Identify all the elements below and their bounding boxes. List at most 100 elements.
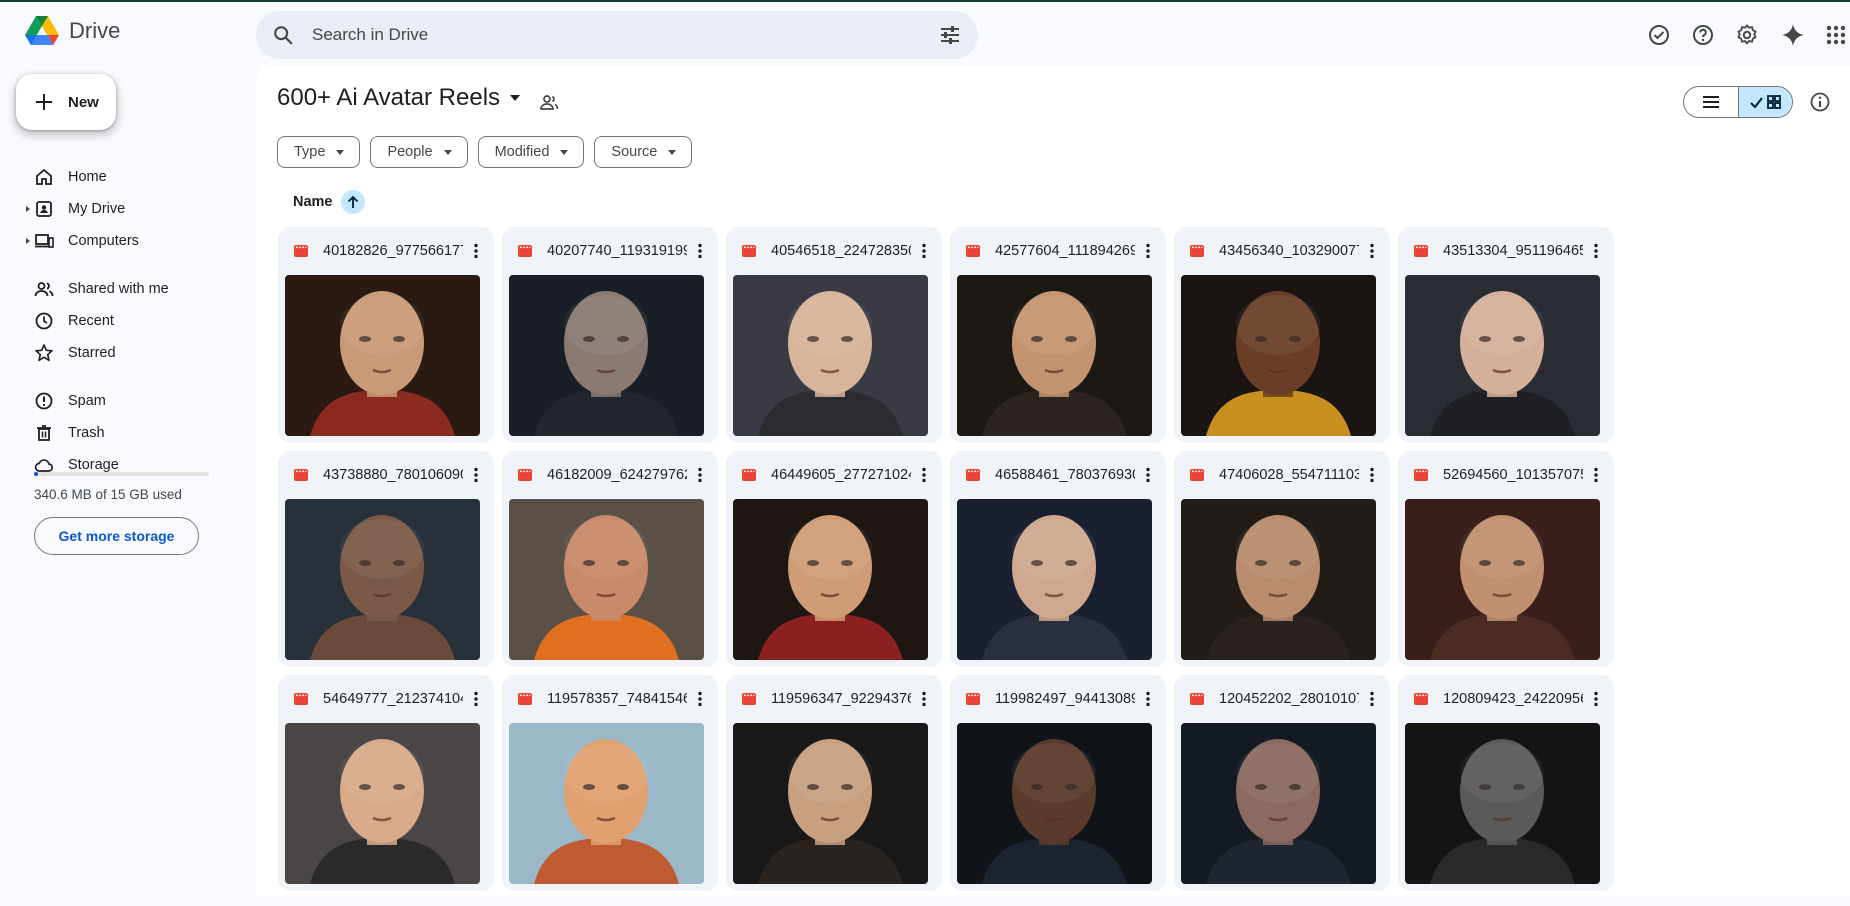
more-options-icon[interactable] [1586, 241, 1606, 261]
expand-caret-icon[interactable] [24, 205, 32, 213]
file-card[interactable]: 119596347_9229437622... [726, 675, 942, 891]
trash-icon [37, 425, 51, 441]
file-card[interactable]: 119982497_944130893... [950, 675, 1166, 891]
settings-icon[interactable] [1735, 23, 1759, 47]
file-card[interactable]: 43513304_9511964659... [1398, 227, 1614, 443]
file-card-header: 43738880_780106090... [278, 451, 494, 499]
more-options-icon[interactable] [690, 465, 710, 485]
gemini-icon[interactable] [1781, 23, 1805, 47]
expand-caret-icon[interactable] [24, 237, 32, 245]
sidebar-item-recent[interactable]: Recent [0, 305, 240, 337]
file-card[interactable]: 42577604_1118942692... [950, 227, 1166, 443]
more-options-icon[interactable] [690, 689, 710, 709]
file-card[interactable]: 46182009_6242797629... [502, 451, 718, 667]
more-options-icon[interactable] [914, 465, 934, 485]
video-thumbnail [1405, 499, 1600, 660]
video-thumbnail [1181, 275, 1376, 436]
file-name: 40546518_2247283503... [771, 243, 911, 259]
filter-modified[interactable]: Modified [477, 136, 585, 168]
new-button[interactable]: New [16, 74, 116, 130]
file-card[interactable]: 54649777_2123741049... [278, 675, 494, 891]
sidebar-item-trash[interactable]: Trash [0, 417, 240, 449]
file-card[interactable]: 120809423_242209561... [1398, 675, 1614, 891]
portrait-thumbnail [733, 723, 928, 884]
sidebar-item-spam[interactable]: Spam [0, 385, 240, 417]
help-icon[interactable] [1691, 23, 1715, 47]
more-options-icon[interactable] [1586, 465, 1606, 485]
more-options-icon[interactable] [1362, 689, 1382, 709]
file-card[interactable]: 119578357_7484154637... [502, 675, 718, 891]
search-options-icon[interactable] [938, 23, 962, 47]
folder-members-icon[interactable] [539, 92, 559, 112]
sidebar-item-computers[interactable]: Computers [0, 225, 240, 257]
search-bar[interactable] [256, 11, 978, 59]
get-more-storage-button[interactable]: Get more storage [34, 517, 199, 555]
more-options-icon[interactable] [1362, 465, 1382, 485]
more-options-icon[interactable] [466, 689, 486, 709]
more-options-icon[interactable] [1586, 689, 1606, 709]
chevron-down-icon [560, 150, 569, 155]
video-file-icon [518, 245, 532, 257]
more-options-icon[interactable] [466, 465, 486, 485]
sidebar-item-storage[interactable]: Storage [0, 449, 240, 481]
info-icon[interactable] [1809, 91, 1831, 113]
file-name: 119982497_944130893... [995, 691, 1135, 707]
search-input[interactable] [312, 21, 872, 49]
file-card[interactable]: 52694560_1013570756... [1398, 451, 1614, 667]
portrait-thumbnail [733, 499, 928, 660]
list-view-button[interactable] [1684, 87, 1738, 117]
file-card[interactable]: 46449605_2772710246... [726, 451, 942, 667]
sidebar-item-label: Storage [68, 457, 119, 473]
file-card-header: 119596347_9229437622... [726, 675, 942, 723]
file-name: 54649777_2123741049... [323, 691, 463, 707]
sidebar-item-label: My Drive [68, 201, 126, 217]
more-options-icon[interactable] [1138, 241, 1158, 261]
more-options-icon[interactable] [1138, 689, 1158, 709]
grid-view-button[interactable] [1737, 87, 1792, 117]
top-header: Drive [0, 2, 1850, 66]
file-name: 46182009_6242797629... [547, 467, 687, 483]
computers-icon [35, 234, 54, 248]
video-thumbnail [1181, 723, 1376, 884]
video-file-icon [518, 693, 532, 705]
file-card-header: 42577604_1118942692... [950, 227, 1166, 275]
more-options-icon[interactable] [466, 241, 486, 261]
sidebar-item-starred[interactable]: Starred [0, 337, 240, 369]
more-options-icon[interactable] [1362, 241, 1382, 261]
video-file-icon [294, 469, 308, 481]
more-options-icon[interactable] [914, 241, 934, 261]
file-card[interactable]: 43738880_780106090... [278, 451, 494, 667]
file-card[interactable]: 120452202_280101071... [1174, 675, 1390, 891]
storage-usage-text: 340.6 MB of 15 GB used [34, 487, 182, 502]
file-name: 47406028_5547111032... [1219, 467, 1359, 483]
apps-grid-icon[interactable] [1824, 23, 1848, 47]
file-name: 43513304_9511964659... [1443, 243, 1583, 259]
sidebar-item-home[interactable]: Home [0, 161, 240, 193]
chevron-down-icon [443, 150, 452, 155]
file-card[interactable]: 46588461_7803769302... [950, 451, 1166, 667]
app-name: Drive [69, 18, 121, 43]
video-file-icon [294, 693, 308, 705]
sort-direction-button[interactable] [340, 190, 365, 214]
filter-people[interactable]: People [370, 136, 468, 168]
portrait-thumbnail [1181, 723, 1376, 884]
file-card-header: 46182009_6242797629... [502, 451, 718, 499]
search-icon[interactable] [272, 24, 294, 46]
sidebar-item-my-drive[interactable]: My Drive [0, 193, 240, 225]
file-card[interactable]: 43456340_103290077... [1174, 227, 1390, 443]
file-card[interactable]: 47406028_5547111032... [1174, 451, 1390, 667]
file-card[interactable]: 40182826_9775661770... [278, 227, 494, 443]
file-card[interactable]: 40207740_11931919913... [502, 227, 718, 443]
more-options-icon[interactable] [914, 689, 934, 709]
sort-control[interactable]: Name [293, 190, 365, 214]
file-name: 43738880_780106090... [323, 467, 463, 483]
file-card[interactable]: 40546518_2247283503... [726, 227, 942, 443]
ready-for-offline-icon[interactable] [1647, 23, 1671, 47]
drive-logo[interactable]: Drive [25, 16, 120, 46]
sidebar-item-shared-with-me[interactable]: Shared with me [0, 273, 240, 305]
folder-title-dropdown[interactable]: 600+ Ai Avatar Reels [277, 84, 522, 112]
more-options-icon[interactable] [1138, 465, 1158, 485]
filter-type[interactable]: Type [277, 136, 361, 168]
more-options-icon[interactable] [690, 241, 710, 261]
filter-source[interactable]: Source [594, 136, 693, 168]
